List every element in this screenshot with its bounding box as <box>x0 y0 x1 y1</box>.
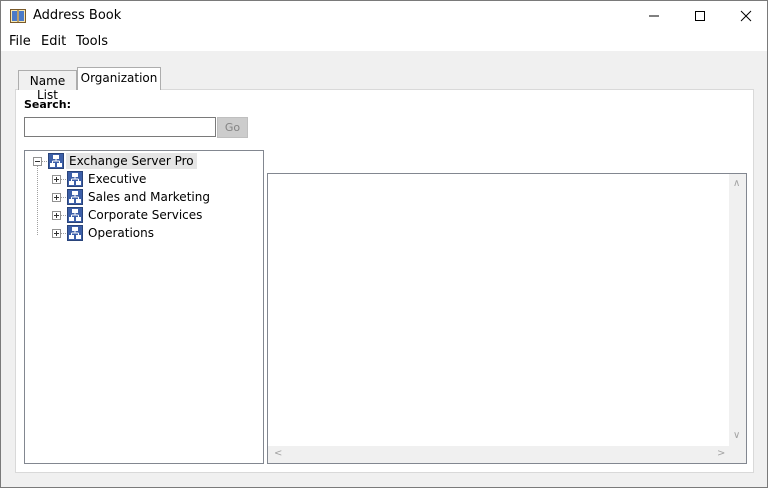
minimize-button[interactable] <box>631 1 677 31</box>
org-chart-icon <box>67 171 83 187</box>
maximize-icon <box>695 11 705 21</box>
organization-tree[interactable]: Exchange Server Pro Executive Sales and … <box>24 150 264 464</box>
expand-icon[interactable] <box>52 193 61 202</box>
address-book-icon <box>10 9 26 23</box>
tree-node-label: Operations <box>88 226 154 240</box>
scroll-down-icon[interactable]: ∨ <box>733 431 740 441</box>
tree-node-sales-and-marketing[interactable]: Sales and Marketing <box>25 188 225 206</box>
org-chart-icon <box>67 207 83 223</box>
maximize-button[interactable] <box>677 1 723 31</box>
tree-node-label: Sales and Marketing <box>88 190 210 204</box>
members-list[interactable]: ∧ ∨ < > <box>267 173 747 464</box>
scroll-left-icon[interactable]: < <box>274 449 282 459</box>
go-button[interactable]: Go <box>217 117 248 138</box>
tree-node-label: Executive <box>88 172 147 186</box>
close-icon <box>740 10 752 22</box>
window-title: Address Book <box>33 8 122 23</box>
collapse-icon[interactable] <box>33 157 42 166</box>
expand-icon[interactable] <box>52 211 61 220</box>
scroll-up-icon[interactable]: ∧ <box>733 179 740 189</box>
tree-node-label: Exchange Server Pro <box>66 153 197 169</box>
horizontal-scrollbar[interactable]: < > <box>268 446 746 463</box>
tree-node-label: Corporate Services <box>88 208 203 222</box>
search-input[interactable] <box>24 117 216 137</box>
menu-file[interactable]: File <box>9 34 31 49</box>
menu-bar: File Edit Tools <box>1 31 767 51</box>
scroll-right-icon[interactable]: > <box>717 449 725 459</box>
org-chart-icon <box>67 225 83 241</box>
expand-icon[interactable] <box>52 229 61 238</box>
menu-edit[interactable]: Edit <box>41 34 66 49</box>
tree-node-root[interactable]: Exchange Server Pro <box>25 152 225 170</box>
close-button[interactable] <box>723 1 768 31</box>
minimize-icon <box>649 15 659 17</box>
expand-icon[interactable] <box>52 175 61 184</box>
tab-name-list[interactable]: Name List <box>18 70 77 102</box>
org-chart-icon <box>48 153 64 169</box>
search-label: Search: <box>24 98 71 111</box>
org-chart-icon <box>67 189 83 205</box>
tree-node-corporate-services[interactable]: Corporate Services <box>25 206 225 224</box>
tree-node-operations[interactable]: Operations <box>25 224 225 242</box>
vertical-scrollbar[interactable]: ∧ ∨ <box>729 174 746 446</box>
menu-tools[interactable]: Tools <box>76 34 108 49</box>
title-bar[interactable]: Address Book <box>1 1 767 31</box>
tab-organization[interactable]: Organization <box>77 67 161 90</box>
tree-node-executive[interactable]: Executive <box>25 170 225 188</box>
address-book-window: Address Book File Edit Tools Name List O… <box>0 0 768 488</box>
